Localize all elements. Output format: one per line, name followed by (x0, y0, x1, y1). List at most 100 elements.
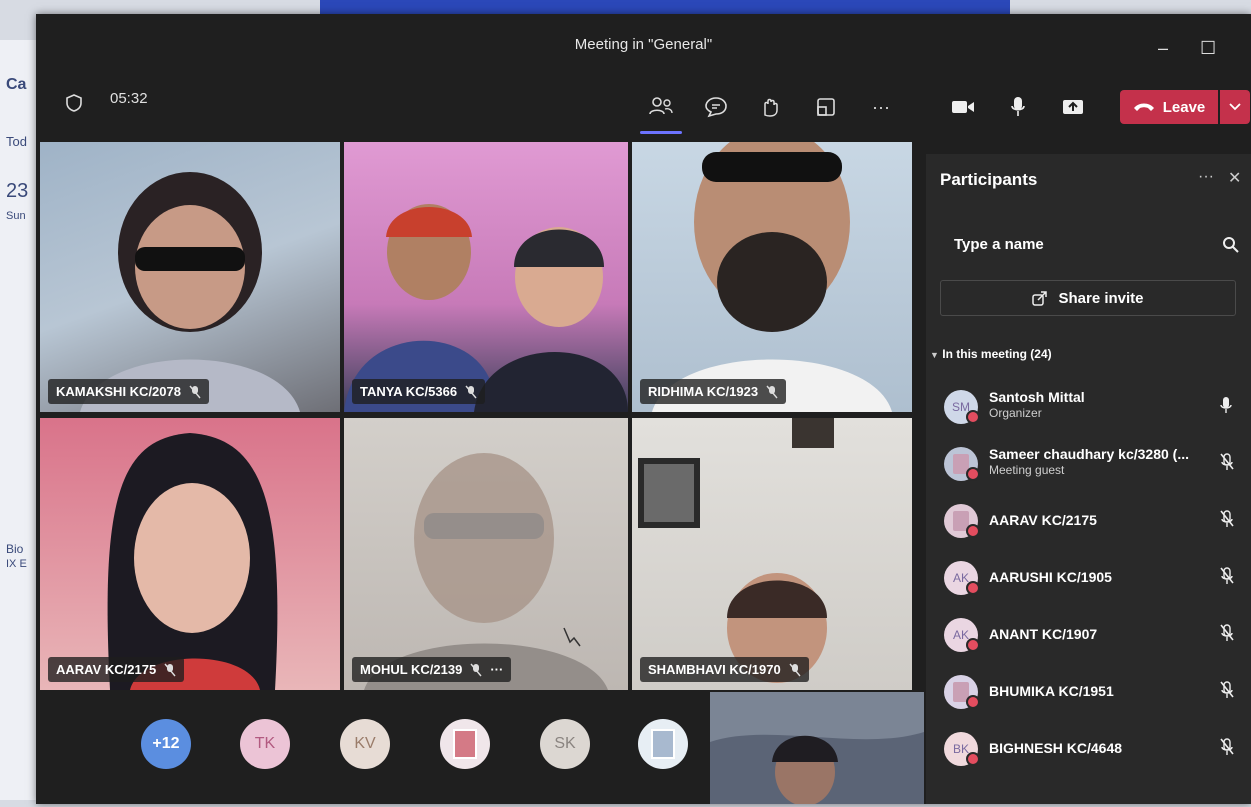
leave-label: Leave (1162, 98, 1206, 116)
section-label: In this meeting (24) (942, 347, 1052, 361)
more-participants-button[interactable]: +12 (141, 719, 191, 769)
participant-row[interactable]: AK AARUSHI KC/1905 (926, 555, 1251, 612)
person-silhouette (652, 142, 892, 412)
participant-name: AARUSHI KC/1905 (989, 569, 1112, 585)
title-bar: Meeting in "General" – ☐ (36, 14, 1251, 76)
participant-search-input[interactable]: Type a name (940, 226, 1240, 266)
participants-button[interactable] (640, 92, 682, 134)
in-meeting-section-header[interactable]: ▼ In this meeting (24) (930, 347, 1052, 361)
video-tile[interactable]: MOHUL KC/2139 ··· (344, 418, 628, 690)
meeting-toolbar: 05:32 ··· Leave (36, 76, 1251, 136)
camera-button[interactable] (946, 92, 980, 122)
teams-meeting-window: Meeting in "General" – ☐ 05:32 ··· Leave… (36, 14, 1251, 804)
video-tile[interactable]: RIDHIMA KC/1923 (632, 142, 912, 412)
profile-photo-icon (651, 729, 675, 759)
participant-avatar[interactable]: SK (540, 719, 590, 769)
person-silhouette (80, 172, 300, 412)
maximize-button[interactable]: ☐ (1200, 38, 1216, 59)
react-button[interactable] (754, 92, 788, 122)
microphone-icon (1011, 97, 1025, 116)
participant-name: ANANT KC/1907 (989, 626, 1098, 642)
background-text: IX E (6, 558, 27, 570)
background-sidebar: Ca Tod 23 Sun Bio IX E (0, 40, 40, 800)
participant-row[interactable]: AK ANANT KC/1907 (926, 612, 1251, 669)
avatar: SM (944, 390, 980, 424)
share-screen-button[interactable] (1056, 92, 1090, 122)
participant-avatar[interactable] (638, 719, 688, 769)
participant-row[interactable]: AARAV KC/2175 (926, 498, 1251, 555)
people-icon (649, 97, 673, 115)
search-icon (1223, 237, 1239, 253)
panel-close-button[interactable]: ✕ (1228, 168, 1241, 188)
avatar: AK (944, 561, 980, 595)
muted-mic-icon (1220, 738, 1234, 761)
participant-name-tag: KAMAKSHI KC/2078 (48, 379, 209, 404)
minimize-button[interactable]: – (1158, 38, 1168, 59)
status-dot (966, 752, 980, 766)
muted-mic-icon (189, 385, 201, 398)
video-tile[interactable]: TANYA KC/5366 (344, 142, 628, 412)
person-silhouette (107, 433, 278, 690)
muted-mic-icon (789, 663, 801, 676)
muted-mic-icon (465, 385, 477, 398)
participant-row[interactable]: Sameer chaudhary kc/3280 (... Meeting gu… (926, 441, 1251, 498)
participant-name: BIGHNESH KC/4648 (989, 740, 1123, 756)
view-button[interactable] (809, 92, 843, 122)
participant-name: AARAV KC/2175 (989, 512, 1097, 528)
phone-hangup-icon (1133, 103, 1154, 111)
share-tray-icon (1063, 100, 1083, 114)
chat-button[interactable] (699, 92, 733, 122)
mic-button[interactable] (1001, 92, 1035, 122)
avatar (944, 675, 980, 709)
participant-row[interactable]: BHUMIKA KC/1951 (926, 669, 1251, 726)
meeting-timer: 05:32 (110, 90, 148, 107)
participant-name-tag: TANYA KC/5366 (352, 379, 486, 404)
video-tile[interactable]: AARAV KC/2175 (40, 418, 340, 690)
participant-row[interactable]: BK BIGHNESH KC/4648 (926, 726, 1251, 783)
participant-avatar[interactable]: KV (340, 719, 390, 769)
video-tile[interactable]: SHAMBHAVI KC/1970 (632, 418, 912, 690)
status-dot (966, 524, 980, 538)
participants-panel: Participants ··· ✕ Type a name Share inv… (926, 154, 1251, 804)
camera-icon (952, 101, 974, 113)
status-dot (966, 581, 980, 595)
muted-mic-icon (766, 385, 778, 398)
participant-name: BHUMIKA KC/1951 (989, 683, 1114, 699)
profile-photo-icon (453, 729, 477, 759)
participant-name: SHAMBHAVI KC/1970 (648, 662, 781, 677)
more-actions-button[interactable]: ··· (864, 92, 898, 122)
avatar (944, 504, 980, 538)
leave-options-button[interactable] (1220, 90, 1250, 124)
participant-avatar[interactable] (440, 719, 490, 769)
muted-mic-icon (1220, 453, 1234, 476)
status-dot (966, 410, 980, 424)
video-tile[interactable]: KAMAKSHI KC/2078 (40, 142, 340, 412)
chevron-down-icon (1229, 103, 1241, 111)
muted-mic-icon (1220, 681, 1234, 704)
participant-role: Organizer (989, 406, 1042, 420)
participant-name: MOHUL KC/2139 (360, 662, 463, 677)
participant-role: Meeting guest (989, 463, 1065, 477)
avatar (944, 447, 980, 481)
chat-icon (705, 97, 727, 118)
participant-name: RIDHIMA KC/1923 (648, 384, 759, 399)
participant-row[interactable]: SM Santosh Mittal Organizer (926, 384, 1251, 441)
leave-button[interactable]: Leave (1120, 90, 1218, 124)
participant-name-tag: MOHUL KC/2139 ··· (352, 657, 512, 682)
muted-mic-icon (470, 663, 482, 676)
participant-list: SM Santosh Mittal Organizer Sameer chaud… (926, 384, 1251, 783)
share-icon (1032, 291, 1048, 306)
participant-name: TANYA KC/5366 (360, 384, 458, 399)
caret-down-icon: ▼ (930, 350, 939, 360)
participant-name: Santosh Mittal (989, 389, 1085, 405)
self-view-video[interactable] (710, 692, 924, 804)
tile-more-options[interactable]: ··· (490, 662, 503, 677)
raise-hand-icon (764, 98, 778, 117)
panel-title: Participants (940, 170, 1038, 189)
participant-avatar[interactable]: TK (240, 719, 290, 769)
avatar: AK (944, 618, 980, 652)
microphone-icon (1220, 396, 1232, 419)
share-invite-button[interactable]: Share invite (940, 280, 1236, 316)
panel-more-button[interactable]: ··· (1198, 168, 1214, 186)
background-text: Tod (6, 134, 27, 149)
